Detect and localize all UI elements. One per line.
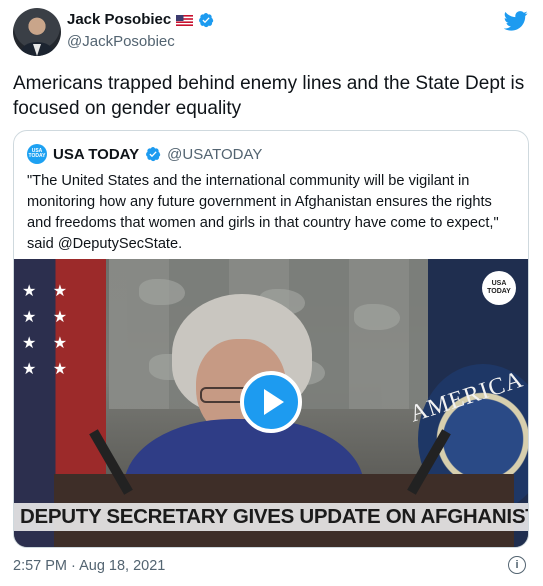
tweet-card: Jack Posobiec @JackPosobiec Americans tr…: [0, 0, 543, 586]
verified-badge-icon: [146, 147, 161, 162]
video-caption: DEPUTY SECRETARY GIVES UPDATE ON AFGHANI…: [20, 505, 528, 528]
verified-badge-icon: [199, 13, 214, 28]
author-name[interactable]: Jack Posobiec: [67, 11, 171, 29]
author-line: Jack Posobiec: [67, 11, 214, 29]
play-icon: [263, 389, 284, 415]
quoted-tweet[interactable]: USA TODAY USA TODAY @USATODAY "The Unite…: [13, 130, 529, 548]
tweet-timestamp[interactable]: 2:57 PM · Aug 18, 2021: [13, 558, 165, 574]
usa-today-watermark: USA TODAY: [482, 271, 516, 305]
quoted-header: USA TODAY USA TODAY @USATODAY: [27, 144, 262, 164]
video-caption-bar: DEPUTY SECRETARY GIVES UPDATE ON AFGHANI…: [14, 503, 528, 531]
quoted-author-name[interactable]: USA TODAY: [53, 146, 139, 163]
us-flag-icon: [176, 14, 194, 26]
play-button[interactable]: [240, 371, 302, 433]
usa-today-logo: USA TODAY: [27, 144, 47, 164]
quoted-author-handle[interactable]: @USATODAY: [167, 146, 262, 163]
quoted-text: "The United States and the international…: [27, 173, 499, 252]
author-block: Jack Posobiec @JackPosobiec: [67, 11, 214, 51]
info-icon[interactable]: i: [508, 556, 526, 574]
author-handle[interactable]: @JackPosobiec: [67, 33, 214, 51]
twitter-bird-icon[interactable]: [504, 10, 528, 32]
author-avatar[interactable]: [13, 8, 61, 56]
video-player[interactable]: ★ ★ ★ ★ ★ ★ ★ ★ AMERICA USA TODAY DEPUTY…: [14, 259, 528, 547]
tweet-text: Americans trapped behind enemy lines and…: [13, 73, 525, 119]
